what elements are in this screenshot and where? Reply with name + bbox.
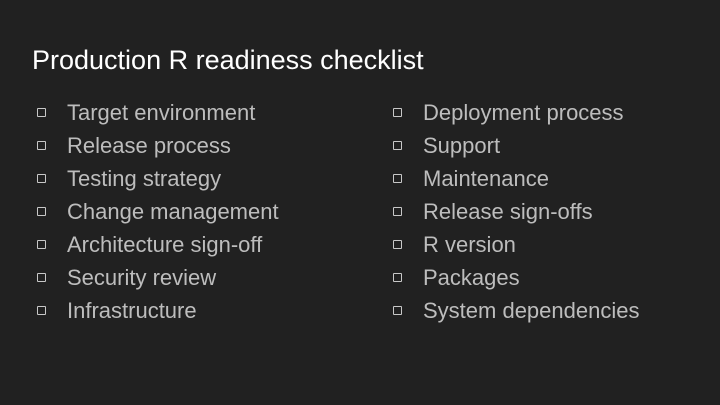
checklist-item: Security review	[37, 261, 279, 294]
checkbox-icon	[393, 174, 402, 183]
checklist-item-label: Target environment	[67, 100, 256, 125]
slide: Production R readiness checklist Target …	[0, 0, 720, 405]
checklist-item: Change management	[37, 195, 279, 228]
checklist-item: R version	[393, 228, 639, 261]
checklist-item: Architecture sign-off	[37, 228, 279, 261]
checkbox-icon	[37, 108, 46, 117]
slide-title: Production R readiness checklist	[32, 45, 424, 75]
checklist-item: Packages	[393, 261, 639, 294]
checklist-item: Release sign-offs	[393, 195, 639, 228]
checklist-item: Maintenance	[393, 162, 639, 195]
checkbox-icon	[37, 240, 46, 249]
checklist-item-label: Change management	[67, 199, 279, 224]
checklist-item-label: R version	[423, 232, 516, 257]
checklist-item-label: Maintenance	[423, 166, 549, 191]
checkbox-icon	[37, 141, 46, 150]
checkbox-icon	[37, 273, 46, 282]
checklist-item: Deployment process	[393, 96, 639, 129]
checkbox-icon	[393, 306, 402, 315]
checklist-item: Testing strategy	[37, 162, 279, 195]
checklist-left-column: Target environment Release process Testi…	[37, 96, 279, 327]
checklist-item-label: Support	[423, 133, 501, 158]
checklist-item: Support	[393, 129, 639, 162]
checkbox-icon	[393, 108, 402, 117]
checklist-item: System dependencies	[393, 294, 639, 327]
checkbox-icon	[37, 174, 46, 183]
checkbox-icon	[37, 207, 46, 216]
checklist-item-label: Packages	[423, 265, 520, 290]
checkbox-icon	[393, 207, 402, 216]
checklist-item-label: Release process	[67, 133, 231, 158]
checklist-item-label: Deployment process	[423, 100, 624, 125]
checkbox-icon	[37, 306, 46, 315]
checklist-item-label: Release sign-offs	[423, 199, 593, 224]
checkbox-icon	[393, 273, 402, 282]
checkbox-icon	[393, 240, 402, 249]
checklist-item-label: Architecture sign-off	[67, 232, 263, 257]
checklist-item-label: Security review	[67, 265, 217, 290]
checklist-item: Target environment	[37, 96, 279, 129]
checkbox-icon	[393, 141, 402, 150]
checklist-item-label: Infrastructure	[67, 298, 197, 323]
checklist-item: Infrastructure	[37, 294, 279, 327]
checklist-item-label: System dependencies	[423, 298, 640, 323]
checklist-item: Release process	[37, 129, 279, 162]
checklist-right-column: Deployment process Support Maintenance R…	[393, 96, 639, 327]
checklist-item-label: Testing strategy	[67, 166, 222, 191]
